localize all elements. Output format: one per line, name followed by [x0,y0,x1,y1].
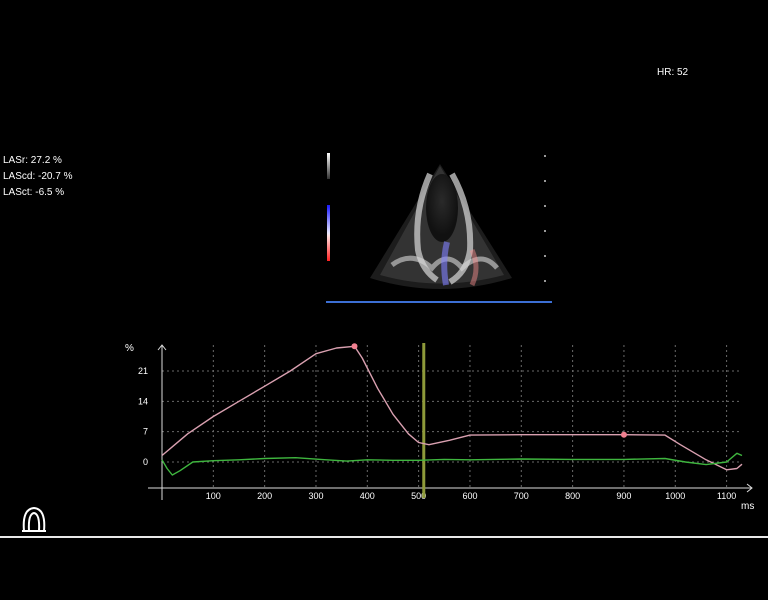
x-tick-label: 700 [514,491,529,501]
chart-ticks: 100 200 300 400 500 600 700 800 900 1000 110007142… [138,366,736,501]
x-axis-label: ms [741,501,754,512]
x-tick-label: 300 [308,491,323,501]
x-tick-label: 800 [565,491,580,501]
y-tick-label: 21 [138,366,148,376]
y-axis-label: % [125,343,134,354]
y-tick-label: 14 [138,396,148,406]
y-tick-label: 7 [143,427,148,437]
strain-point [620,431,627,438]
x-tick-label: 1000 [665,491,685,501]
x-tick-label: 200 [257,491,272,501]
y-tick-label: 0 [143,457,148,467]
x-tick-label: 1100 [717,491,736,501]
x-tick-label: 900 [616,491,631,501]
strain-chart[interactable]: 100 200 300 400 500 600 700 800 900 1000 110007142… [0,0,768,520]
strain-point [351,343,358,350]
bottom-divider [0,536,768,538]
x-tick-label: 600 [462,491,477,501]
chart-grid [162,345,742,488]
chart-markers [351,343,627,438]
strain-curve [161,345,743,471]
x-tick-label: 100 [206,491,221,501]
chart-series [161,345,743,476]
chart-axes [148,344,753,500]
x-tick-label: 400 [360,491,375,501]
reference-curve [161,452,743,476]
vendor-logo-icon [22,506,46,532]
